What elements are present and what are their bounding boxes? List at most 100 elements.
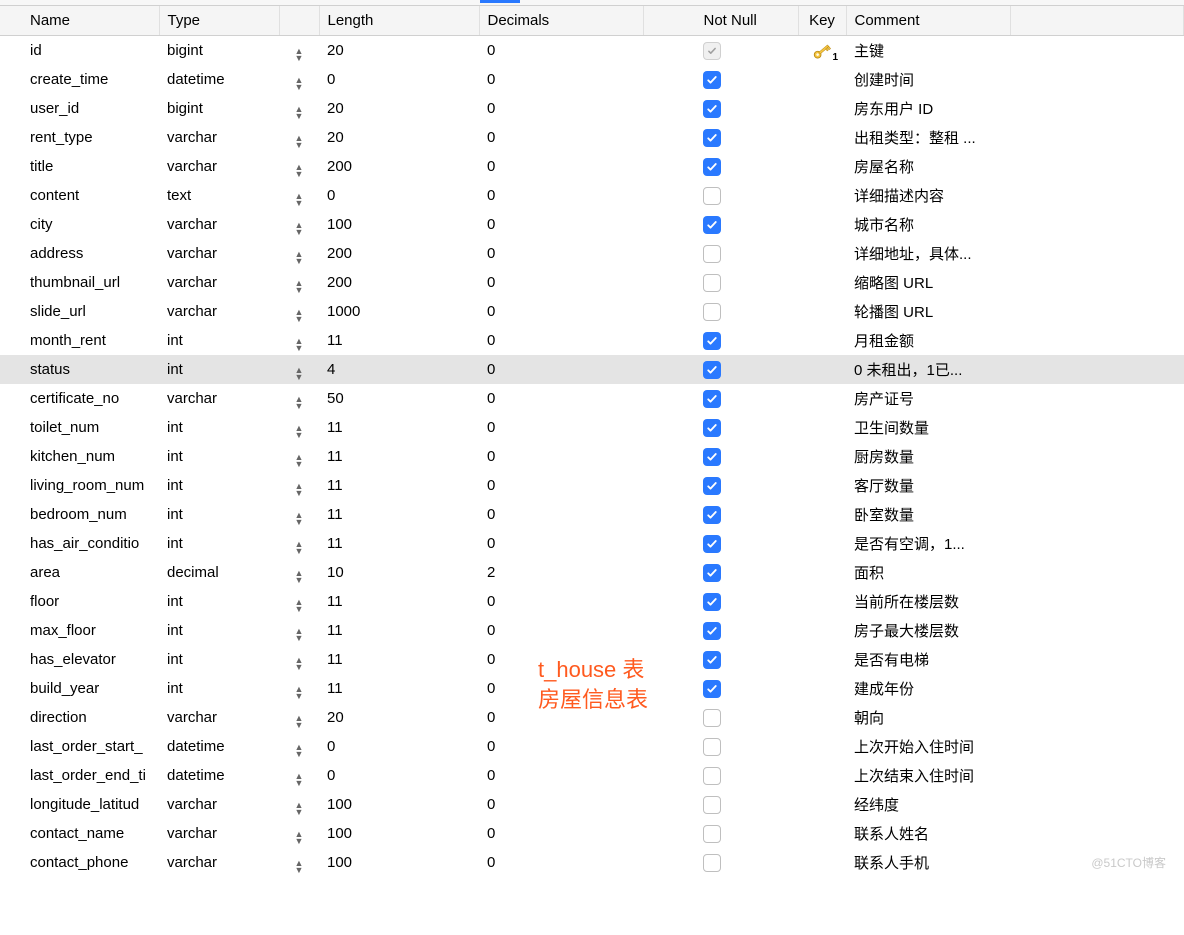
cell-decimals[interactable]: 0	[479, 413, 643, 442]
cell-comment[interactable]: 建成年份	[846, 674, 1010, 703]
cell-type[interactable]: varchar	[159, 819, 279, 848]
cell-stepper[interactable]: ▲▼	[279, 471, 319, 500]
cell-type[interactable]: decimal	[159, 558, 279, 587]
stepper-icon[interactable]: ▲▼	[295, 48, 304, 61]
cell-key[interactable]	[798, 761, 846, 790]
checkbox-checked-icon[interactable]	[703, 390, 721, 408]
cell-notnull[interactable]	[643, 471, 798, 500]
cell-notnull[interactable]	[643, 123, 798, 152]
cell-decimals[interactable]: 0	[479, 471, 643, 500]
cell-length[interactable]: 50	[319, 384, 479, 413]
cell-comment[interactable]: 联系人姓名	[846, 819, 1010, 848]
cell-decimals[interactable]: 0	[479, 529, 643, 558]
cell-key[interactable]	[798, 500, 846, 529]
cell-stepper[interactable]: ▲▼	[279, 152, 319, 181]
cell-name[interactable]: city	[0, 210, 159, 239]
table-row[interactable]: areadecimal▲▼102面积	[0, 558, 1184, 587]
table-row[interactable]: create_timedatetime▲▼00创建时间	[0, 65, 1184, 94]
cell-name[interactable]: content	[0, 181, 159, 210]
cell-decimals[interactable]: 0	[479, 326, 643, 355]
table-row[interactable]: thumbnail_urlvarchar▲▼2000缩略图 URL	[0, 268, 1184, 297]
table-row[interactable]: contact_phonevarchar▲▼1000联系人手机	[0, 848, 1184, 877]
cell-key[interactable]	[798, 268, 846, 297]
checkbox-checked-icon[interactable]	[703, 506, 721, 524]
cell-type[interactable]: bigint	[159, 36, 279, 66]
cell-key[interactable]	[798, 645, 846, 674]
cell-key[interactable]	[798, 848, 846, 877]
checkbox-checked-icon[interactable]	[703, 100, 721, 118]
table-row[interactable]: slide_urlvarchar▲▼10000轮播图 URL	[0, 297, 1184, 326]
header-decimals[interactable]: Decimals	[479, 6, 643, 36]
cell-length[interactable]: 20	[319, 123, 479, 152]
cell-length[interactable]: 11	[319, 500, 479, 529]
checkbox-checked-icon[interactable]	[703, 477, 721, 495]
cell-notnull[interactable]	[643, 790, 798, 819]
cell-type[interactable]: datetime	[159, 732, 279, 761]
cell-comment[interactable]: 卧室数量	[846, 500, 1010, 529]
cell-comment[interactable]: 朝向	[846, 703, 1010, 732]
cell-notnull[interactable]	[643, 152, 798, 181]
checkbox-unchecked-icon[interactable]	[703, 796, 721, 814]
cell-decimals[interactable]: 0	[479, 616, 643, 645]
stepper-icon[interactable]: ▲▼	[295, 193, 304, 206]
cell-type[interactable]: int	[159, 442, 279, 471]
cell-notnull[interactable]	[643, 529, 798, 558]
cell-length[interactable]: 0	[319, 181, 479, 210]
cell-comment[interactable]: 轮播图 URL	[846, 297, 1010, 326]
cell-decimals[interactable]: 0	[479, 384, 643, 413]
cell-comment[interactable]: 城市名称	[846, 210, 1010, 239]
cell-stepper[interactable]: ▲▼	[279, 558, 319, 587]
cell-length[interactable]: 11	[319, 471, 479, 500]
cell-name[interactable]: living_room_num	[0, 471, 159, 500]
checkbox-checked-icon[interactable]	[703, 419, 721, 437]
cell-stepper[interactable]: ▲▼	[279, 355, 319, 384]
table-row[interactable]: directionvarchar▲▼200朝向	[0, 703, 1184, 732]
stepper-icon[interactable]: ▲▼	[295, 77, 304, 90]
cell-name[interactable]: longitude_latitud	[0, 790, 159, 819]
cell-length[interactable]: 11	[319, 413, 479, 442]
cell-length[interactable]: 11	[319, 616, 479, 645]
cell-stepper[interactable]: ▲▼	[279, 326, 319, 355]
checkbox-unchecked-icon[interactable]	[703, 274, 721, 292]
table-row[interactable]: certificate_novarchar▲▼500房产证号	[0, 384, 1184, 413]
cell-type[interactable]: int	[159, 587, 279, 616]
cell-stepper[interactable]: ▲▼	[279, 181, 319, 210]
cell-type[interactable]: varchar	[159, 268, 279, 297]
cell-stepper[interactable]: ▲▼	[279, 442, 319, 471]
stepper-icon[interactable]: ▲▼	[295, 860, 304, 873]
cell-type[interactable]: varchar	[159, 152, 279, 181]
cell-key[interactable]	[798, 413, 846, 442]
cell-type[interactable]: int	[159, 413, 279, 442]
cell-type[interactable]: int	[159, 471, 279, 500]
stepper-icon[interactable]: ▲▼	[295, 425, 304, 438]
cell-comment[interactable]: 创建时间	[846, 65, 1010, 94]
cell-notnull[interactable]	[643, 819, 798, 848]
cell-type[interactable]: int	[159, 645, 279, 674]
stepper-icon[interactable]: ▲▼	[295, 135, 304, 148]
cell-length[interactable]: 11	[319, 645, 479, 674]
cell-decimals[interactable]: 0	[479, 94, 643, 123]
cell-stepper[interactable]: ▲▼	[279, 732, 319, 761]
cell-length[interactable]: 10	[319, 558, 479, 587]
cell-stepper[interactable]: ▲▼	[279, 848, 319, 877]
cell-decimals[interactable]: 0	[479, 674, 643, 703]
stepper-icon[interactable]: ▲▼	[295, 251, 304, 264]
cell-comment[interactable]: 当前所在楼层数	[846, 587, 1010, 616]
table-row[interactable]: cityvarchar▲▼1000城市名称	[0, 210, 1184, 239]
cell-comment[interactable]: 详细描述内容	[846, 181, 1010, 210]
stepper-icon[interactable]: ▲▼	[295, 715, 304, 728]
header-key[interactable]: Key	[798, 6, 846, 36]
stepper-icon[interactable]: ▲▼	[295, 802, 304, 815]
cell-name[interactable]: toilet_num	[0, 413, 159, 442]
checkbox-unchecked-icon[interactable]	[703, 767, 721, 785]
cell-comment[interactable]: 是否有空调，1...	[846, 529, 1010, 558]
stepper-icon[interactable]: ▲▼	[295, 164, 304, 177]
table-row[interactable]: floorint▲▼110当前所在楼层数	[0, 587, 1184, 616]
cell-decimals[interactable]: 0	[479, 210, 643, 239]
cell-type[interactable]: varchar	[159, 790, 279, 819]
cell-name[interactable]: status	[0, 355, 159, 384]
cell-stepper[interactable]: ▲▼	[279, 587, 319, 616]
cell-comment[interactable]: 经纬度	[846, 790, 1010, 819]
checkbox-checked-icon[interactable]	[703, 216, 721, 234]
cell-comment[interactable]: 联系人手机	[846, 848, 1010, 877]
